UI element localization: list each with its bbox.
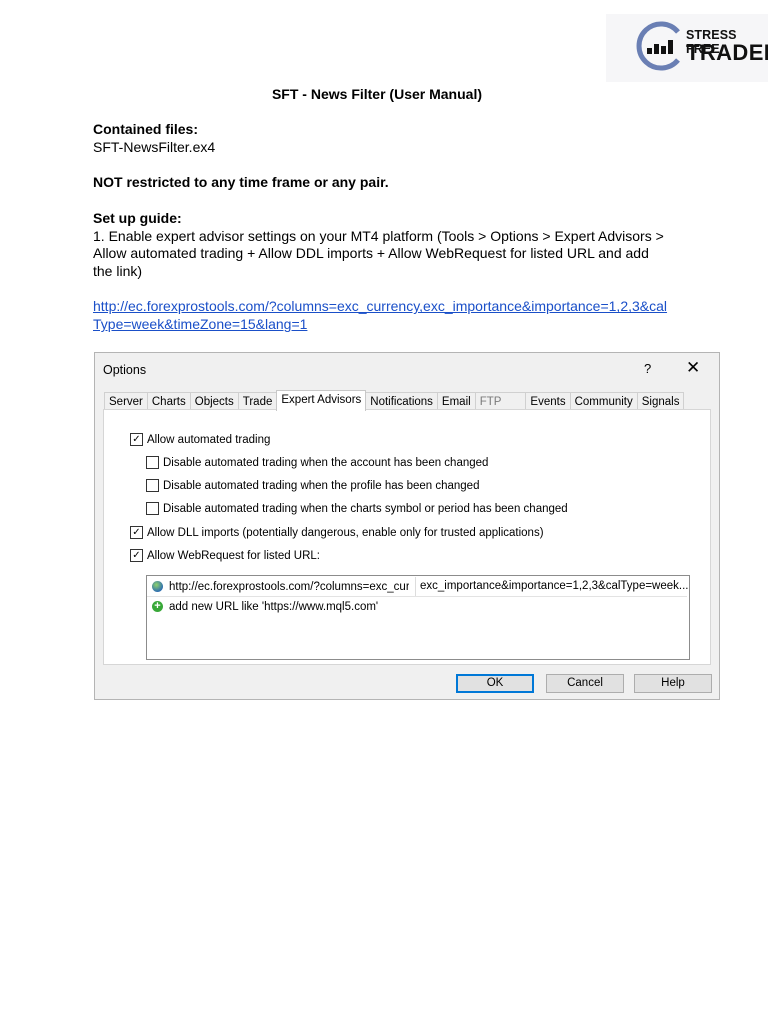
option-label: Disable automated trading when the accou… [163,456,489,469]
checkbox[interactable]: ✓ [130,433,143,446]
logo-text-line2: TRADER [686,40,768,65]
setup-step-1-line3: the link) [93,262,143,279]
dialog-title: Options [103,363,147,377]
contained-files-heading: Contained files: [93,121,199,138]
option-label: Disable automated trading when the chart… [163,502,568,515]
contained-file-name: SFT-NewsFilter.ex4 [93,139,216,156]
option-allow-webrequest[interactable]: ✓ Allow WebRequest for listed URL: [130,549,320,562]
globe-icon [152,581,163,592]
stress-free-trader-logo: STRESS FREE TRADER [606,14,768,82]
option-label: Allow DLL imports (potentially dangerous… [147,526,544,539]
setup-step-1-line1: 1. Enable expert advisor settings on you… [93,227,664,244]
setup-step-1-line2: Allow automated trading + Allow DDL impo… [93,245,649,262]
add-icon: + [152,601,163,612]
cancel-button[interactable]: Cancel [546,674,624,693]
url-text-part1: http://ec.forexprostools.com/?columns=ex… [169,580,409,593]
option-disable-on-symbol-change[interactable]: Disable automated trading when the chart… [146,502,568,515]
expert-advisors-panel: ✓ Allow automated trading Disable automa… [103,409,711,665]
document-title: SFT - News Filter (User Manual) [271,86,483,102]
add-url-hint: add new URL like 'https://www.mql5.com' [169,600,379,613]
url-list-item[interactable]: http://ec.forexprostools.com/?columns=ex… [147,577,689,596]
help-button[interactable]: Help [634,674,712,693]
option-disable-on-profile-change[interactable]: Disable automated trading when the profi… [146,479,479,492]
option-label: Allow WebRequest for listed URL: [147,549,320,562]
calendar-link-line1[interactable]: http://ec.forexprostools.com/?columns=ex… [93,298,683,316]
checkbox[interactable] [146,502,159,515]
url-text-part2: exc_importance&importance=1,2,3&calType=… [420,580,689,592]
calendar-link-line2[interactable]: Type=week&timeZone=15&lang=1 [93,316,683,334]
ok-button[interactable]: OK [456,674,534,693]
tab-expert-advisors[interactable]: Expert Advisors [276,390,367,411]
option-disable-on-account-change[interactable]: Disable automated trading when the accou… [146,456,488,469]
help-icon[interactable]: ? [644,361,651,376]
option-label: Allow automated trading [147,433,271,446]
setup-guide-heading: Set up guide: [93,209,182,226]
close-icon[interactable]: ✕ [686,358,700,378]
restriction-note: NOT restricted to any time frame or any … [93,174,389,191]
options-dialog: Options ? ✕ Server Charts Objects Trade … [94,352,720,700]
manual-body: SFT - News Filter (User Manual) Containe… [93,86,683,334]
checkbox[interactable]: ✓ [130,526,143,539]
add-url-row[interactable]: + add new URL like 'https://www.mql5.com… [147,597,378,616]
checkbox[interactable]: ✓ [130,549,143,562]
option-allow-dll-imports[interactable]: ✓ Allow DLL imports (potentially dangero… [130,526,544,539]
logo-mark-icon [636,21,680,71]
webrequest-url-list[interactable]: http://ec.forexprostools.com/?columns=ex… [146,575,690,660]
checkbox[interactable] [146,456,159,469]
options-tabs: Server Charts Objects Trade Expert Advis… [104,390,685,411]
checkbox[interactable] [146,479,159,492]
option-allow-automated-trading[interactable]: ✓ Allow automated trading [130,433,270,446]
option-label: Disable automated trading when the profi… [163,479,480,492]
